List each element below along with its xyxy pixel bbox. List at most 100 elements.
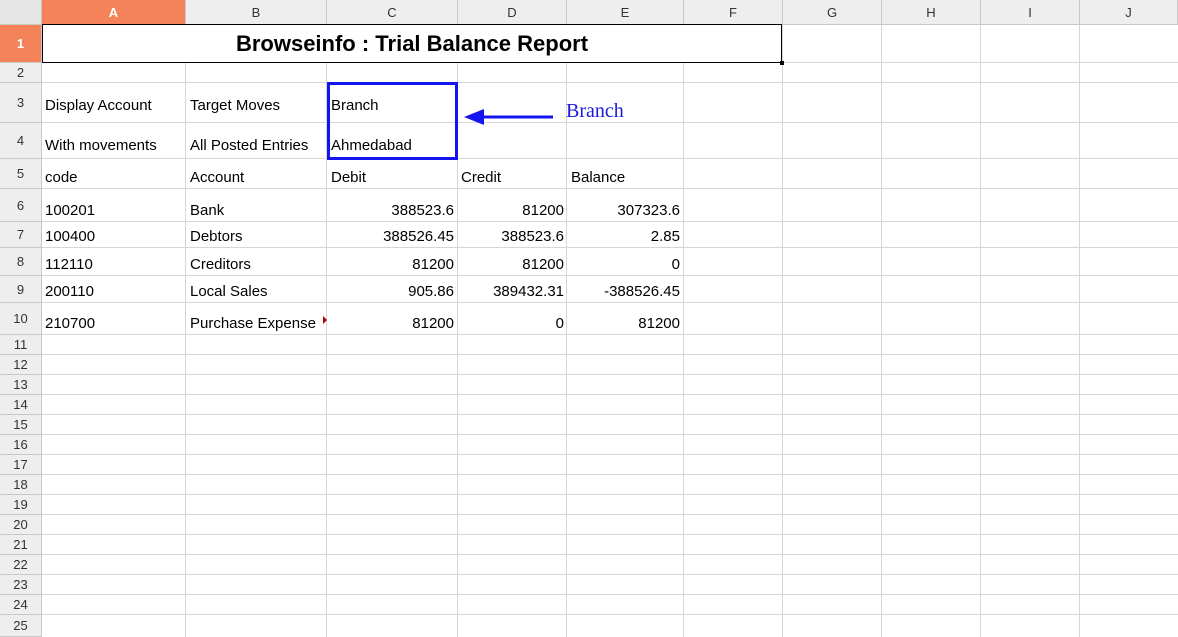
- table-cell[interactable]: 0: [560, 256, 680, 274]
- table-cell[interactable]: 100400: [45, 228, 95, 246]
- row-header-19[interactable]: 19: [0, 495, 42, 515]
- row-header-20[interactable]: 20: [0, 515, 42, 535]
- column-header-b[interactable]: B: [186, 0, 327, 25]
- table-cell[interactable]: 388523.6: [444, 228, 564, 246]
- branch-highlight-box: [327, 82, 458, 160]
- row-header-6[interactable]: 6: [0, 189, 42, 222]
- table-cell[interactable]: 0: [444, 315, 564, 333]
- row-header-1[interactable]: 1: [0, 25, 42, 63]
- grid-column-line: [1079, 25, 1080, 637]
- row-header-24[interactable]: 24: [0, 595, 42, 615]
- grid-row-line: [42, 414, 1178, 415]
- grid-row-line: [42, 534, 1178, 535]
- row-header-16[interactable]: 16: [0, 435, 42, 455]
- row-header-3[interactable]: 3: [0, 83, 42, 123]
- row-header-5[interactable]: 5: [0, 159, 42, 189]
- column-header-g[interactable]: G: [783, 0, 882, 25]
- row-header-4[interactable]: 4: [0, 123, 42, 159]
- grid-row-line: [42, 434, 1178, 435]
- grid-row-line: [42, 221, 1178, 222]
- row-header-9[interactable]: 9: [0, 276, 42, 303]
- table-cell[interactable]: 81200: [334, 256, 454, 274]
- table-cell[interactable]: 200110: [45, 283, 94, 301]
- report-title: Browseinfo : Trial Balance Report: [235, 30, 589, 56]
- column-header-f[interactable]: F: [684, 0, 783, 25]
- table-cell[interactable]: 388523.6: [334, 202, 454, 220]
- table-cell[interactable]: 2.85: [560, 228, 680, 246]
- row-header-21[interactable]: 21: [0, 535, 42, 555]
- row-header-12[interactable]: 12: [0, 355, 42, 375]
- table-cell[interactable]: 81200: [560, 315, 680, 333]
- table-header-cell[interactable]: Balance: [571, 169, 625, 187]
- branch-annotation: Branch: [566, 100, 624, 122]
- grid-column-line: [185, 25, 186, 637]
- table-cell[interactable]: 389432.31: [444, 283, 564, 301]
- grid-row-line: [42, 494, 1178, 495]
- row-header-23[interactable]: 23: [0, 575, 42, 595]
- spreadsheet: ABCDEFGHIJ 1 2 3 4 5 6 7 8 9 10 11 12 13 14 15 16 17 18 19…: [0, 0, 1178, 637]
- grid-row-line: [42, 554, 1178, 555]
- column-header-h[interactable]: H: [882, 0, 981, 25]
- text-overflow-indicator: [323, 316, 327, 324]
- table-cell[interactable]: Bank: [190, 202, 325, 220]
- row-header-7[interactable]: 7: [0, 222, 42, 248]
- column-header-a[interactable]: A: [42, 0, 186, 25]
- row-header-18[interactable]: 18: [0, 475, 42, 495]
- grid-column-line: [782, 25, 783, 637]
- table-cell[interactable]: -388526.45: [560, 283, 680, 301]
- grid-column-line: [683, 25, 684, 637]
- column-header-j[interactable]: J: [1080, 0, 1178, 25]
- table-cell[interactable]: 905.86: [334, 283, 454, 301]
- arrow-left-icon: [464, 109, 553, 125]
- table-header-cell[interactable]: Credit: [461, 169, 501, 187]
- column-header-i[interactable]: I: [981, 0, 1080, 25]
- grid-row-line: [42, 454, 1178, 455]
- fill-handle[interactable]: [780, 61, 784, 65]
- table-cell[interactable]: 210700: [45, 315, 95, 333]
- table-cell[interactable]: 81200: [444, 202, 564, 220]
- grid-row-line: [42, 574, 1178, 575]
- grid-row-line: [42, 594, 1178, 595]
- grid-row-line: [42, 302, 1178, 303]
- table-cell[interactable]: 100201: [45, 202, 95, 220]
- grid-row-line: [42, 334, 1178, 335]
- table-cell[interactable]: Local Sales: [190, 283, 325, 301]
- display-account-value[interactable]: With movements: [45, 137, 157, 155]
- table-header-cell[interactable]: Debit: [331, 169, 366, 187]
- table-cell[interactable]: 81200: [444, 256, 564, 274]
- row-header-15[interactable]: 15: [0, 415, 42, 435]
- row-header-2[interactable]: 2: [0, 63, 42, 83]
- table-header-cell[interactable]: Account: [190, 169, 325, 187]
- title-cell[interactable]: Browseinfo : Trial Balance Report: [42, 24, 782, 63]
- table-cell[interactable]: Debtors: [190, 228, 325, 246]
- row-header-10[interactable]: 10: [0, 303, 42, 335]
- table-cell[interactable]: 112110: [45, 256, 93, 274]
- column-header-c[interactable]: C: [327, 0, 458, 25]
- grid-row-line: [42, 614, 1178, 615]
- table-cell[interactable]: 388526.45: [334, 228, 454, 246]
- display-account-label[interactable]: Display Account: [45, 97, 152, 115]
- row-header-11[interactable]: 11: [0, 335, 42, 355]
- grid-column-line: [881, 25, 882, 637]
- row-header-8[interactable]: 8: [0, 248, 42, 276]
- target-moves-value[interactable]: All Posted Entries: [190, 137, 308, 155]
- row-header-22[interactable]: 22: [0, 555, 42, 575]
- grid-row-line: [42, 247, 1178, 248]
- grid-row-line: [42, 82, 1178, 83]
- target-moves-label[interactable]: Target Moves: [190, 97, 280, 115]
- select-all-corner[interactable]: [0, 0, 42, 25]
- table-cell[interactable]: 307323.6: [560, 202, 680, 220]
- row-header-14[interactable]: 14: [0, 395, 42, 415]
- table-header-cell[interactable]: code: [45, 169, 78, 187]
- grid-row-line: [42, 374, 1178, 375]
- table-cell[interactable]: Creditors: [190, 256, 325, 274]
- column-header-e[interactable]: E: [567, 0, 684, 25]
- table-cell[interactable]: Purchase Expense: [190, 315, 325, 333]
- row-header-25[interactable]: 25: [0, 615, 42, 637]
- grid-row-line: [42, 514, 1178, 515]
- row-header-13[interactable]: 13: [0, 375, 42, 395]
- grid-row-line: [42, 474, 1178, 475]
- column-header-d[interactable]: D: [458, 0, 567, 25]
- table-cell[interactable]: 81200: [334, 315, 454, 333]
- row-header-17[interactable]: 17: [0, 455, 42, 475]
